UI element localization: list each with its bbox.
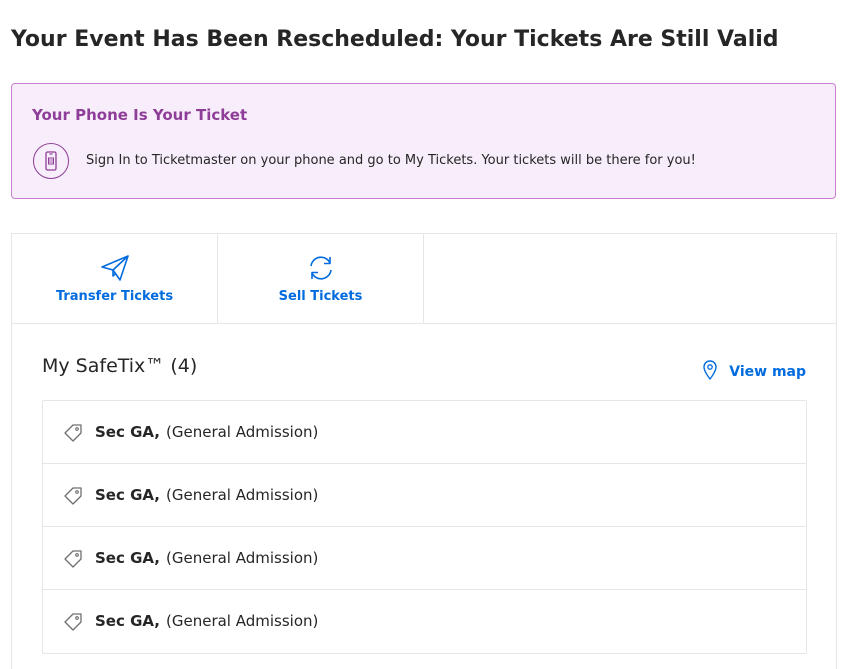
ticket-actions-row: Transfer Tickets Sell Tickets (12, 234, 836, 324)
view-map-label: View map (729, 364, 806, 380)
phone-icon (33, 143, 69, 179)
ticket-tag-icon (64, 613, 82, 631)
ticket-tag-icon (64, 424, 82, 442)
ticket-row[interactable]: Sec GA, (General Admission) (43, 590, 806, 653)
sell-tickets-label: Sell Tickets (278, 289, 363, 304)
ticket-admission: (General Admission) (166, 612, 319, 630)
transfer-tickets-label: Transfer Tickets (55, 289, 174, 304)
sell-tickets-button[interactable]: Sell Tickets (218, 234, 424, 323)
ticket-admission: (General Admission) (166, 486, 319, 504)
transfer-tickets-button[interactable]: Transfer Tickets (12, 234, 218, 323)
ticket-tag-icon (64, 550, 82, 568)
ticket-row[interactable]: Sec GA, (General Admission) (43, 464, 806, 527)
ticket-section: Sec GA, (95, 486, 160, 504)
safetix-heading-label: My SafeTix™ (42, 355, 165, 377)
notice-text: Sign In to Ticketmaster on your phone an… (86, 153, 696, 168)
ticket-admission: (General Admission) (166, 549, 319, 567)
refresh-icon (305, 252, 337, 284)
safetix-heading: My SafeTix™ (4) (42, 355, 197, 377)
ticket-tag-icon (64, 487, 82, 505)
ticket-list: Sec GA, (General Admission) Sec GA, (Gener… (42, 400, 807, 654)
ticket-info: Sec GA, (General Admission) (95, 486, 318, 504)
ticket-info: Sec GA, (General Admission) (95, 549, 318, 567)
page-title: Your Event Has Been Rescheduled: Your Ti… (11, 27, 779, 52)
ticket-info: Sec GA, (General Admission) (95, 423, 318, 441)
ticket-row[interactable]: Sec GA, (General Admission) (43, 401, 806, 464)
ticket-actions-card: Transfer Tickets Sell Tickets My SafeTix… (11, 233, 837, 669)
ticket-section: Sec GA, (95, 423, 160, 441)
ticket-section: Sec GA, (95, 612, 160, 630)
view-map-link[interactable]: View map (703, 360, 806, 384)
ticket-admission: (General Admission) (166, 423, 319, 441)
notice-title: Your Phone Is Your Ticket (32, 106, 248, 124)
phone-ticket-notice: Your Phone Is Your Ticket Sign In to Tic… (11, 83, 836, 199)
map-pin-icon (703, 360, 717, 384)
ticket-count: (4) (170, 355, 198, 377)
ticket-info: Sec GA, (General Admission) (95, 612, 318, 630)
ticket-row[interactable]: Sec GA, (General Admission) (43, 527, 806, 590)
paper-plane-icon (99, 252, 131, 284)
ticket-section: Sec GA, (95, 549, 160, 567)
